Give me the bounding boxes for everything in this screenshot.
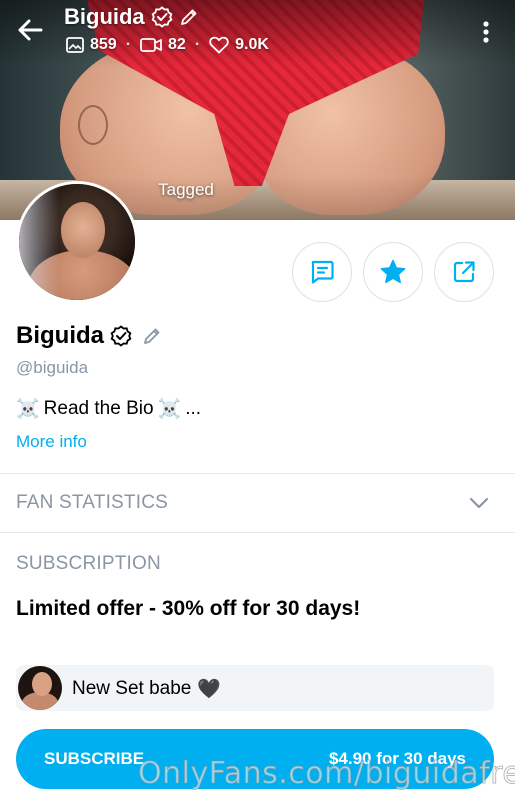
top-bar: Biguida 859 · 82 · 9.0K: [0, 0, 515, 70]
heart-icon: [209, 36, 229, 54]
stats-separator: ·: [194, 36, 201, 53]
message-avatar: [18, 666, 62, 710]
likes-count: 9.0K: [209, 36, 269, 54]
more-info-link[interactable]: More info: [16, 432, 87, 452]
subscribe-label: SUBSCRIBE: [44, 749, 145, 768]
stats-separator: ·: [125, 36, 132, 53]
skull-icon: ☠️: [157, 399, 182, 420]
skull-icon: ☠️: [16, 399, 40, 420]
bio-text: Read the Bio: [43, 398, 154, 419]
fan-statistics-toggle[interactable]: FAN STATISTICS: [0, 474, 515, 532]
video-icon: [140, 38, 162, 52]
more-options-button[interactable]: [472, 16, 500, 48]
likes-count-value: 9.0K: [235, 36, 269, 53]
videos-count: 82: [140, 36, 186, 54]
offer-text: Limited offer - 30% off for 30 days!: [16, 597, 361, 620]
more-vertical-icon: [483, 21, 489, 43]
avatar-face: [61, 202, 105, 258]
black-heart-icon: 🖤: [197, 679, 222, 700]
back-arrow-icon: [18, 19, 43, 41]
watermark: OnlyFans.com/biguidafree: [137, 756, 515, 792]
avatar[interactable]: [16, 181, 138, 303]
image-icon: [66, 37, 84, 53]
favorite-button[interactable]: [363, 242, 423, 302]
avatar-light: [19, 184, 59, 300]
header-stats: 859 · 82 · 9.0K: [66, 36, 269, 54]
header-title: Biguida: [64, 4, 199, 30]
message-icon: [311, 260, 334, 284]
subscription-title: SUBSCRIPTION: [16, 553, 161, 574]
share-icon: [453, 261, 475, 283]
verified-icon: [151, 6, 173, 28]
verified-icon: [110, 325, 132, 347]
share-button[interactable]: [434, 242, 494, 302]
subscription-message: New Set babe 🖤: [16, 665, 494, 711]
photos-count: 859: [66, 36, 117, 54]
photos-count-value: 859: [90, 36, 117, 53]
message-avatar-face: [32, 672, 52, 696]
chevron-down-icon: [469, 497, 489, 509]
back-button[interactable]: [14, 14, 46, 46]
profile-handle: @biguida: [16, 358, 89, 377]
header-name: Biguida: [64, 4, 145, 29]
edit-pencil-icon[interactable]: [179, 7, 199, 27]
message-body: New Set babe: [72, 678, 192, 699]
profile-name-text: Biguida: [16, 322, 104, 349]
profile-name: Biguida: [16, 322, 162, 350]
edit-pencil-icon[interactable]: [142, 326, 162, 346]
videos-count-value: 82: [168, 36, 186, 53]
message-button[interactable]: [292, 242, 352, 302]
bio-ellipsis: ...: [185, 398, 202, 419]
profile-bio: ☠️ Read the Bio ☠️ ...: [16, 397, 201, 421]
message-text: New Set babe 🖤: [72, 677, 221, 701]
fan-statistics-title: FAN STATISTICS: [16, 492, 168, 513]
divider: [0, 532, 515, 533]
star-icon: [380, 259, 406, 284]
